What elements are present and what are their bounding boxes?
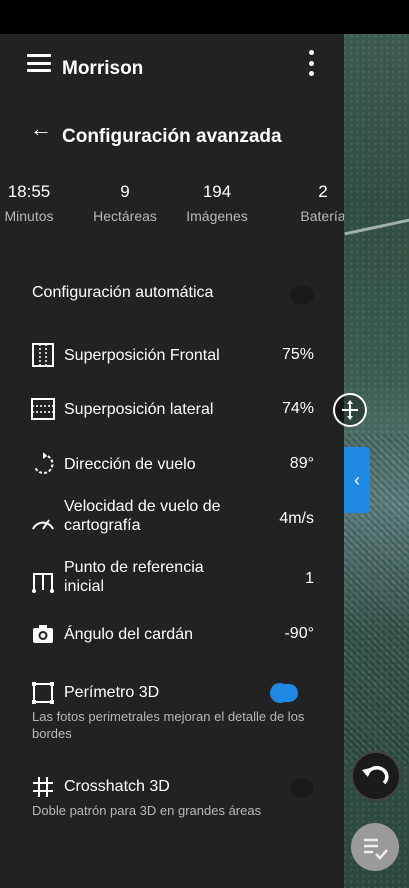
stat-value: 9 xyxy=(120,182,130,201)
undo-icon xyxy=(362,766,389,785)
setting-row-flight-direction[interactable]: Dirección de vuelo 89° xyxy=(0,451,344,477)
setting-label: Velocidad de vuelo de cartografía xyxy=(64,498,221,534)
setting-label: Ángulo del cardán xyxy=(64,626,193,643)
mission-stats: 18:55 Minutos 9 Hectáreas 194 Imágenes 2… xyxy=(0,182,344,232)
stat-value: 2 xyxy=(318,182,328,201)
chevron-left-icon: ‹ xyxy=(354,470,360,490)
map-road xyxy=(344,215,409,236)
stat-value: 194 xyxy=(202,182,232,201)
stat-label: Imágenes xyxy=(186,208,248,224)
setting-value: 74% xyxy=(281,400,314,417)
setting-row-crosshatch-3d: Crosshatch 3D Doble patrón para 3D en gr… xyxy=(0,774,344,824)
stat-label: Hectáreas xyxy=(93,208,157,224)
setting-label: Superposición Frontal xyxy=(64,347,220,364)
setting-label: Dirección de vuelo xyxy=(64,456,196,473)
setting-row-initial-waypoint[interactable]: Punto de referencia inicial 1 xyxy=(0,558,344,600)
setting-value: 1 xyxy=(305,570,314,587)
setting-label: Punto de referencia inicial xyxy=(64,559,204,595)
checklist-icon xyxy=(364,838,388,860)
status-bar xyxy=(0,0,409,34)
back-arrow-icon[interactable]: ← xyxy=(30,118,52,140)
setting-label: Perímetro 3D xyxy=(64,684,160,701)
auto-config-label: Configuración automática xyxy=(32,284,214,301)
waypoint-icon xyxy=(32,573,54,593)
auto-config-toggle[interactable] xyxy=(290,286,314,304)
more-options-icon[interactable] xyxy=(306,50,316,76)
speedometer-icon xyxy=(32,519,54,530)
stat-hectares: 9 Hectáreas xyxy=(80,182,170,224)
setting-label: Superposición lateral xyxy=(64,401,214,418)
frontal-overlap-icon xyxy=(32,343,54,367)
perimeter-3d-toggle[interactable] xyxy=(270,683,298,703)
crosshatch-grid-icon xyxy=(33,777,53,797)
undo-button[interactable] xyxy=(351,751,401,801)
top-bar: Morrison xyxy=(0,34,344,104)
side-overlap-icon xyxy=(31,398,55,420)
auto-config-row: Configuración automática xyxy=(0,284,344,308)
setting-value: 75% xyxy=(281,346,314,363)
setting-row-gimbal-angle[interactable]: Ángulo del cardán -90° xyxy=(0,621,344,647)
app-title: Morrison xyxy=(62,58,144,79)
task-list-button[interactable] xyxy=(351,823,399,871)
stat-value: 18:55 xyxy=(7,182,51,201)
camera-icon xyxy=(33,625,53,643)
stat-label: Minutos xyxy=(4,208,54,224)
hamburger-menu-icon[interactable] xyxy=(27,54,51,72)
setting-description: Doble patrón para 3D en grandes áreas xyxy=(32,803,262,818)
setting-description: Las fotos perimetrales mejoran el detall… xyxy=(32,709,305,741)
setting-value: 89° xyxy=(289,455,314,472)
move-arrows-icon xyxy=(342,400,358,420)
stat-minutes: 18:55 Minutos xyxy=(0,182,74,224)
crosshatch-3d-toggle[interactable] xyxy=(290,779,314,797)
setting-value: 4m/s xyxy=(279,510,314,527)
stat-images: 194 Imágenes xyxy=(172,182,262,224)
setting-row-perimeter-3d: Perímetro 3D Las fotos perimetrales mejo… xyxy=(0,680,344,750)
screen-title: Configuración avanzada xyxy=(62,126,282,147)
setting-row-side-overlap[interactable]: Superposición lateral 74% xyxy=(0,396,344,422)
settings-panel: Morrison ← Configuración avanzada 18:55 … xyxy=(0,34,344,888)
perimeter-icon xyxy=(32,682,54,704)
rotate-direction-icon xyxy=(34,452,54,474)
setting-row-frontal-overlap[interactable]: Superposición Frontal 75% xyxy=(0,342,344,368)
collapse-panel-button[interactable]: ‹ xyxy=(344,447,370,513)
setting-value: -90° xyxy=(284,625,314,642)
setting-row-flight-speed[interactable]: Velocidad de vuelo de cartografía 4m/s xyxy=(0,497,344,539)
move-map-button[interactable] xyxy=(333,393,367,427)
stat-label: Batería xyxy=(300,208,344,224)
stat-battery: 2 Batería xyxy=(278,182,344,224)
setting-label: Crosshatch 3D xyxy=(64,778,170,795)
